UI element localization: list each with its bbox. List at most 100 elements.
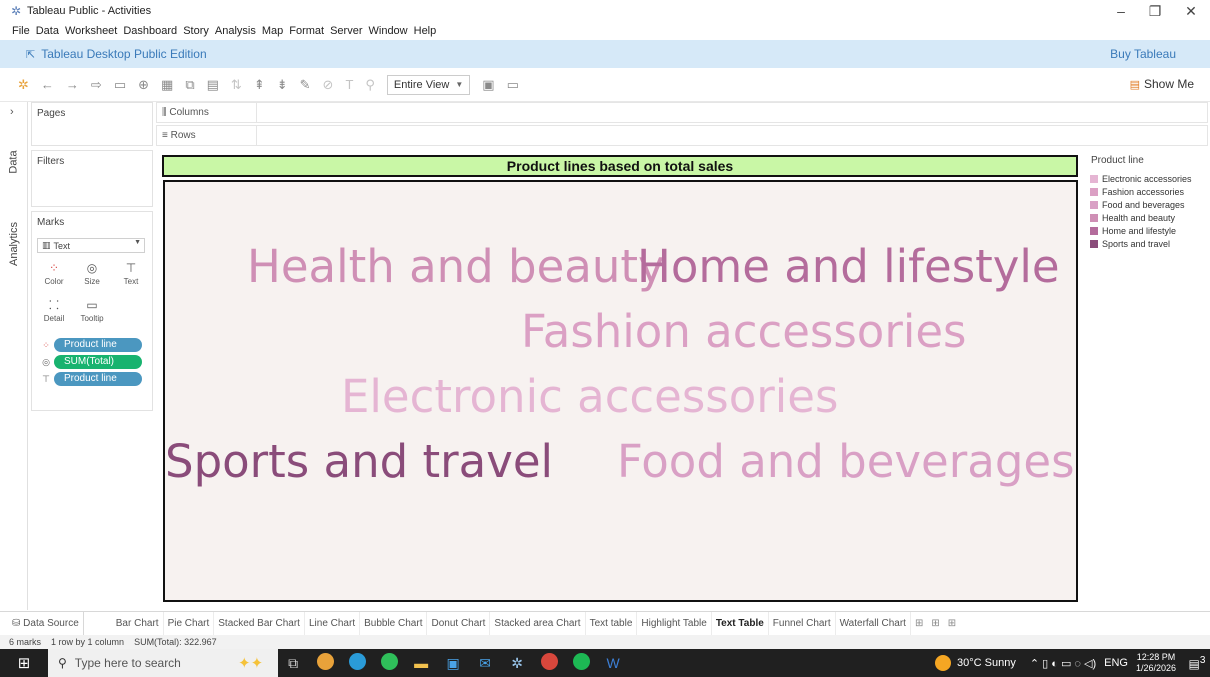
task-view-icon[interactable]: ⧉ — [277, 655, 309, 672]
sheet-tab-line-chart[interactable]: Line Chart — [305, 611, 361, 636]
color-button[interactable]: ⁘ Color — [37, 259, 71, 293]
word-health-and-beauty[interactable]: Health and beauty — [247, 244, 665, 289]
windows-start-icon[interactable]: ⊞ — [0, 654, 48, 672]
edge-icon[interactable] — [341, 653, 373, 673]
legend-item[interactable]: Food and beverages — [1090, 198, 1192, 211]
menu-item-server[interactable]: Server — [330, 25, 362, 37]
spotify-icon[interactable] — [565, 653, 597, 673]
data-tab[interactable]: Data — [0, 142, 28, 182]
close-button[interactable]: ✕ — [1176, 2, 1206, 20]
new-datasource-icon[interactable]: ⊕ — [138, 76, 149, 94]
filters-card[interactable]: Filters — [31, 150, 153, 207]
menu-item-file[interactable]: File — [12, 25, 30, 37]
analytics-tab[interactable]: Analytics — [0, 214, 28, 274]
word-food-and-beverages[interactable]: Food and beverages — [617, 439, 1075, 484]
weather-text[interactable]: 30°C Sunny — [957, 657, 1016, 669]
sheet-tab-text-table[interactable]: Text table — [586, 611, 638, 636]
group-icon[interactable]: ⊘ — [323, 76, 334, 94]
sheet-tab-text-table[interactable]: Text Table — [711, 611, 769, 636]
sum-total-size-pill[interactable]: SUM(Total) — [54, 355, 142, 369]
file-explorer-icon[interactable]: ▬ — [405, 655, 437, 671]
new-story-tab-icon[interactable]: ⊞ — [944, 612, 960, 636]
word-electronic-accessories[interactable]: Electronic accessories — [341, 374, 838, 419]
new-worksheet-icon[interactable]: ▦ — [161, 76, 173, 94]
rows-shelf[interactable]: ≡ Rows — [156, 125, 1208, 146]
highlight-icon[interactable]: ✎ — [300, 76, 311, 94]
show-cards-icon[interactable]: ▣ — [482, 76, 494, 94]
save-icon[interactable]: ▭ — [114, 76, 126, 94]
weather-icon[interactable] — [935, 655, 952, 671]
sort-descending-icon[interactable]: ⇟ — [277, 76, 288, 94]
duplicate-icon[interactable]: ⧉ — [185, 76, 194, 94]
data-source-tab[interactable]: ⛁ Data Source — [0, 611, 84, 636]
copilot-sparkle-icon[interactable]: ✦✦ — [238, 654, 263, 672]
sort-ascending-icon[interactable]: ⇞ — [254, 76, 265, 94]
pin-axis-icon[interactable]: ⚲ — [365, 76, 375, 94]
minimize-button[interactable]: – — [1106, 2, 1136, 20]
chrome-icon[interactable] — [309, 653, 341, 673]
sheet-tab-stacked-area-chart[interactable]: Stacked area Chart — [490, 611, 586, 636]
language-indicator[interactable]: ENG — [1104, 657, 1128, 669]
sheet-tab-highlight-table[interactable]: Highlight Table — [637, 611, 712, 636]
menu-item-dashboard[interactable]: Dashboard — [123, 25, 177, 37]
label-icon[interactable]: T — [345, 76, 353, 94]
store-icon[interactable]: ▣ — [437, 655, 469, 672]
menu-item-map[interactable]: Map — [262, 25, 283, 37]
word-fashion-accessories[interactable]: Fashion accessories — [521, 309, 966, 354]
maximize-button[interactable]: ❐ — [1140, 2, 1170, 20]
sheet-tab-bubble-chart[interactable]: Bubble Chart — [360, 611, 428, 636]
mark-type-select[interactable]: ▥ Text ▼ — [37, 238, 145, 253]
whatsapp-icon[interactable] — [373, 653, 405, 673]
swap-icon[interactable]: ⇅ — [231, 76, 242, 94]
menu-item-data[interactable]: Data — [36, 25, 59, 37]
word-icon[interactable]: W — [597, 655, 629, 671]
sheet-tab-bar-chart[interactable]: Bar Chart — [112, 611, 164, 636]
notification-icon[interactable]: ▤3 — [1184, 655, 1210, 671]
new-worksheet-tab-icon[interactable]: ⊞ — [911, 612, 927, 636]
menu-item-window[interactable]: Window — [369, 25, 408, 37]
sheet-tab-donut-chart[interactable]: Donut Chart — [427, 611, 491, 636]
detail-button[interactable]: ⸬ Detail — [37, 296, 71, 330]
product-line-color-pill[interactable]: Product line — [54, 338, 142, 352]
word-sports-and-travel[interactable]: Sports and travel — [165, 439, 553, 484]
fit-view-select[interactable]: Entire View ▼ — [386, 74, 471, 95]
legend-item[interactable]: Home and lifestyle — [1090, 224, 1192, 237]
chrome-alt-icon[interactable] — [533, 653, 565, 673]
sheet-tab-stacked-bar-chart[interactable]: Stacked Bar Chart — [214, 611, 305, 636]
clear-sheet-icon[interactable]: ▤ — [207, 76, 219, 94]
legend-item[interactable]: Health and beauty — [1090, 211, 1192, 224]
sheet-tab-waterfall-chart[interactable]: Waterfall Chart — [836, 611, 911, 636]
tooltip-toggle-icon[interactable]: ▭ — [507, 76, 519, 94]
tooltip-button[interactable]: ▭ Tooltip — [75, 296, 109, 330]
menu-item-story[interactable]: Story — [183, 25, 209, 37]
sheet-tab-funnel-chart[interactable]: Funnel Chart — [769, 611, 836, 636]
tableau-taskbar-icon[interactable]: ✲ — [501, 655, 533, 672]
view-title[interactable]: Product lines based on total sales — [162, 155, 1078, 177]
back-icon[interactable]: ← — [41, 76, 54, 94]
legend-item[interactable]: Fashion accessories — [1090, 185, 1192, 198]
menu-item-help[interactable]: Help — [414, 25, 437, 37]
columns-shelf[interactable]: ⫼ Columns — [156, 102, 1208, 123]
new-dashboard-tab-icon[interactable]: ⊞ — [927, 612, 943, 636]
menu-item-format[interactable]: Format — [289, 25, 324, 37]
tableau-logo-icon[interactable]: ✲ — [18, 76, 29, 94]
legend-item[interactable]: Electronic accessories — [1090, 172, 1192, 185]
menu-item-worksheet[interactable]: Worksheet — [65, 25, 117, 37]
menu-item-analysis[interactable]: Analysis — [215, 25, 256, 37]
legend-item[interactable]: Sports and travel — [1090, 237, 1192, 250]
product-line-text-pill[interactable]: Product line — [54, 372, 142, 386]
sheet-tab-pie-chart[interactable]: Pie Chart — [164, 611, 215, 636]
size-button[interactable]: ◎ Size — [75, 259, 109, 293]
show-me-button[interactable]: ▤ Show Me — [1130, 77, 1194, 91]
tray-icons[interactable]: ⌃ ▯ ◐ ▭ ◌ ◁) — [1030, 657, 1096, 670]
mail-icon[interactable]: ✉ — [469, 655, 501, 672]
redo-icon[interactable]: ⇨ — [91, 76, 102, 94]
word-home-and-lifestyle[interactable]: Home and lifestyle — [637, 244, 1060, 289]
forward-icon[interactable]: → — [66, 76, 79, 94]
text-button[interactable]: ⊤ Text — [114, 259, 148, 293]
clock[interactable]: 12:28 PM 1/26/2026 — [1136, 652, 1176, 674]
pages-card[interactable]: Pages — [31, 102, 153, 146]
buy-tableau-link[interactable]: Buy Tableau — [1110, 47, 1176, 61]
pages-title: Pages — [37, 108, 66, 119]
expand-pane-icon[interactable]: › — [10, 106, 14, 118]
